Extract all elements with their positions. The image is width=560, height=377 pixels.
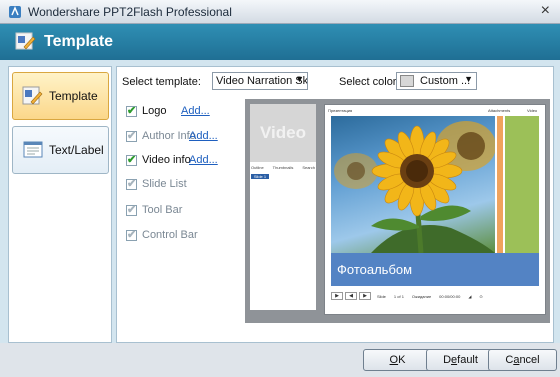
option-label: Logo [142, 105, 167, 117]
template-dropdown[interactable]: Video Narration Skir ▼ [212, 72, 308, 90]
chevron-down-icon: ▼ [295, 74, 304, 84]
slide-list-checkbox[interactable]: ✔ [126, 178, 137, 190]
preview-tabs: Outline Thumbnails Search [251, 165, 315, 170]
sidebar-item-text-label[interactable]: Text/Label [12, 126, 109, 174]
option-control-bar: ✔ Control Bar [126, 229, 198, 241]
select-color-label: Select color: [339, 76, 400, 88]
preview-green-stripe [505, 116, 539, 253]
preview-sunflower-image [331, 116, 495, 253]
color-dropdown-value: Custom ... [420, 75, 471, 87]
cancel-button[interactable]: Ca ncel [488, 349, 557, 371]
logo-checkbox[interactable]: ✔ [126, 105, 137, 117]
option-video-info: ✔ Video info [126, 154, 191, 166]
preview-presentation-title: Презентация [328, 108, 353, 113]
option-label: Tool Bar [142, 204, 183, 216]
preview-sidebar: Video Outline Thumbnails Search Slide 1 [250, 104, 316, 310]
option-label: Control Bar [142, 229, 198, 241]
preview-slide-area: Презентация Attachments Video Фотоальбом… [324, 104, 546, 315]
preview-time: 00:00/00:00 [439, 293, 461, 299]
tool-bar-checkbox[interactable]: ✔ [126, 204, 137, 216]
select-template-label: Select template: [122, 76, 201, 88]
preview-top-bar: Презентация Attachments Video [325, 105, 545, 115]
app-icon [9, 5, 21, 18]
preview-tab-outline: Outline [251, 165, 264, 170]
preview-prev-icon: ◀ [345, 292, 357, 300]
template-settings-panel: Select template: Video Narration Skir ▼ … [116, 66, 554, 343]
color-swatch [400, 75, 414, 87]
preview-attachments-tab: Attachments [488, 108, 511, 113]
preview-next-icon: ▶ [359, 292, 371, 300]
preview-status: Ожидание [411, 293, 432, 299]
preview-video-tab: Video [527, 108, 538, 113]
sidebar: Template Text/Label [8, 66, 112, 343]
color-dropdown[interactable]: Custom ... ▼ [396, 72, 477, 90]
content-area: Template Text/Label Select template: Vid… [0, 60, 560, 343]
dialog-footer: OK De fault Ca ncel [0, 343, 560, 377]
preview-orange-stripe [497, 116, 503, 253]
preview-tab-thumbnails: Thumbnails [272, 165, 294, 170]
sidebar-item-label: Text/Label [49, 143, 104, 157]
option-label: Slide List [142, 178, 187, 190]
sidebar-item-label: Template [49, 89, 98, 103]
preview-slide-count: 1 of 1 [393, 293, 404, 299]
option-tool-bar: ✔ Tool Bar [126, 204, 182, 216]
video-info-checkbox[interactable]: ✔ [126, 154, 137, 166]
sidebar-item-template[interactable]: Template [12, 72, 109, 120]
logo-add-link[interactable]: Add... [181, 105, 210, 117]
ok-button[interactable]: OK [363, 349, 432, 371]
close-icon[interactable]: × [541, 3, 550, 19]
preview-control-bar: ▶ ◀ ▶ Slide 1 of 1 Ожидание 00:00/00:00 … [331, 291, 541, 301]
option-label: Video info [142, 154, 191, 166]
option-author-info: ✔ Author Info [126, 130, 196, 142]
section-banner: Template [0, 24, 560, 60]
preview-volume-icon: ◢ [468, 293, 472, 299]
template-preview: Video Outline Thumbnails Search Slide 1 … [245, 99, 550, 323]
text-label-icon [23, 141, 43, 158]
template-icon [22, 86, 43, 105]
preview-slide-item: Slide 1 [251, 174, 269, 179]
control-bar-checkbox[interactable]: ✔ [126, 229, 137, 241]
option-logo: ✔ Logo [126, 105, 166, 117]
video-info-add-link[interactable]: Add... [189, 154, 218, 166]
chevron-down-icon: ▼ [464, 74, 473, 84]
sunflower-illustration [334, 121, 495, 253]
option-label: Author Info [142, 130, 196, 142]
template-edit-icon [15, 32, 36, 50]
preview-video-placeholder: Video [250, 104, 316, 162]
title-bar: Wondershare PPT2Flash Professional × [0, 0, 560, 24]
preview-slide-label: Slide [377, 293, 386, 299]
section-title: Template [44, 33, 114, 50]
preview-play-icon: ▶ [331, 292, 343, 300]
preview-caption: Фотоальбом [331, 253, 539, 286]
author-info-add-link[interactable]: Add... [189, 130, 218, 142]
option-slide-list: ✔ Slide List [126, 178, 187, 190]
preview-tab-search: Search [302, 165, 315, 170]
author-info-checkbox[interactable]: ✔ [126, 130, 137, 142]
default-button[interactable]: De fault [426, 349, 495, 371]
preview-settings-icon: ⊙ [479, 293, 483, 299]
window-title: Wondershare PPT2Flash Professional [28, 4, 232, 19]
